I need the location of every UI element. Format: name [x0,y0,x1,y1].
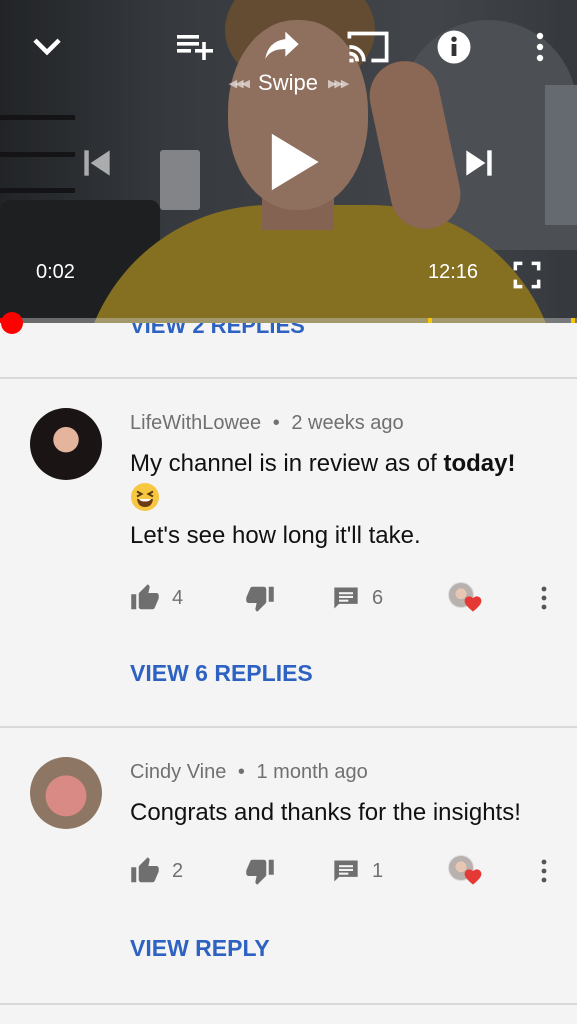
cast-icon [347,31,389,63]
share-button[interactable] [259,22,305,68]
view-reply-link[interactable]: VIEW REPLY [130,935,270,962]
info-button[interactable] [431,24,477,70]
comment-meta: LifeWithLowee • 2 weeks ago [130,412,404,435]
comment-actions: 2 1 [0,853,577,889]
creator-heart [448,855,482,889]
comment-icon [334,587,358,609]
cast-button[interactable] [345,24,391,70]
comment-time: 1 month ago [256,761,368,783]
more-options-button[interactable] [520,24,560,70]
chevron-down-icon [33,38,61,56]
comment-text: My channel is in review as of today! Let… [130,446,515,554]
add-to-queue-button[interactable] [172,26,218,66]
comments-list: VIEW 2 REPLIES LifeWithLowee • 2 weeks a… [0,323,577,1024]
avatar[interactable] [30,408,102,480]
comment-item: LifeWithLowee • 2 weeks ago My channel i… [0,408,577,728]
play-icon [271,133,319,191]
meta-separator: • [272,412,280,434]
current-time: 0:02 [36,261,75,283]
view-replies-link[interactable]: VIEW 6 REPLIES [130,660,313,687]
like-button[interactable]: 2 [130,853,183,889]
more-vert-icon [541,859,547,883]
heart-icon [464,596,482,612]
comment-text: Congrats and thanks for the insights! [130,799,521,826]
fullscreen-button[interactable] [508,256,546,294]
reply-count: 6 [372,586,384,609]
like-count: 4 [172,586,184,609]
collapse-button[interactable] [24,24,70,70]
progress-scrubber[interactable] [1,312,23,334]
comment-meta: Cindy Vine • 1 month ago [130,761,368,784]
comment-menu-button[interactable] [529,853,559,889]
skip-next-icon [466,150,492,176]
heart-icon [464,869,482,885]
video-player[interactable]: ◀◀◀ Swipe ▶▶▶ 0:02 12:16 [0,0,577,323]
comment-text-line: Let's see how long it'll take. [130,522,421,549]
comment-author[interactable]: LifeWithLowee [130,412,261,434]
avatar[interactable] [30,757,102,829]
reply-button[interactable]: 1 [332,853,383,889]
skip-previous-icon [84,150,110,176]
next-video-button[interactable] [454,138,504,188]
divider [0,377,577,379]
fullscreen-icon [513,261,541,289]
meta-separator: • [237,761,245,783]
reply-count: 1 [372,859,384,882]
like-count: 2 [172,859,184,882]
comment-item: Cindy Vine • 1 month ago Congrats and th… [0,757,577,997]
swipe-label: Swipe [258,70,318,95]
comment-time: 2 weeks ago [291,412,404,434]
swipe-hint: ◀◀◀ Swipe ▶▶▶ [198,70,378,96]
divider [0,726,577,728]
comment-author[interactable]: Cindy Vine [130,761,226,783]
previous-video-button[interactable] [72,138,122,188]
thumbs-up-icon [131,857,159,883]
info-icon [437,30,471,64]
comment-menu-button[interactable] [529,580,559,616]
more-vert-icon [536,32,544,62]
dislike-button[interactable] [245,853,275,889]
reply-button[interactable]: 6 [332,580,383,616]
comment-text-line: My channel is in review as of [130,450,444,477]
total-duration: 12:16 [428,261,479,283]
comment-text-suffix: ! [507,450,516,477]
add-to-queue-icon [177,35,213,60]
thumbs-down-icon [246,859,274,885]
comment-actions: 4 6 [0,580,577,616]
divider [0,1003,577,1005]
comment-icon [334,860,358,882]
laughing-emoji-icon [131,483,159,511]
comment-text-bold: today [443,450,508,477]
play-button[interactable] [258,126,330,198]
thumbs-up-icon [131,584,159,610]
view-replies-link[interactable]: VIEW 2 REPLIES [130,323,305,339]
thumbs-down-icon [246,586,274,612]
more-vert-icon [541,586,547,610]
swipe-right-arrows: ▶▶▶ [327,77,349,90]
dislike-button[interactable] [245,580,275,616]
like-button[interactable]: 4 [130,580,183,616]
swipe-left-arrows: ◀◀◀ [228,77,250,90]
creator-heart [448,582,482,616]
share-icon [265,31,299,60]
